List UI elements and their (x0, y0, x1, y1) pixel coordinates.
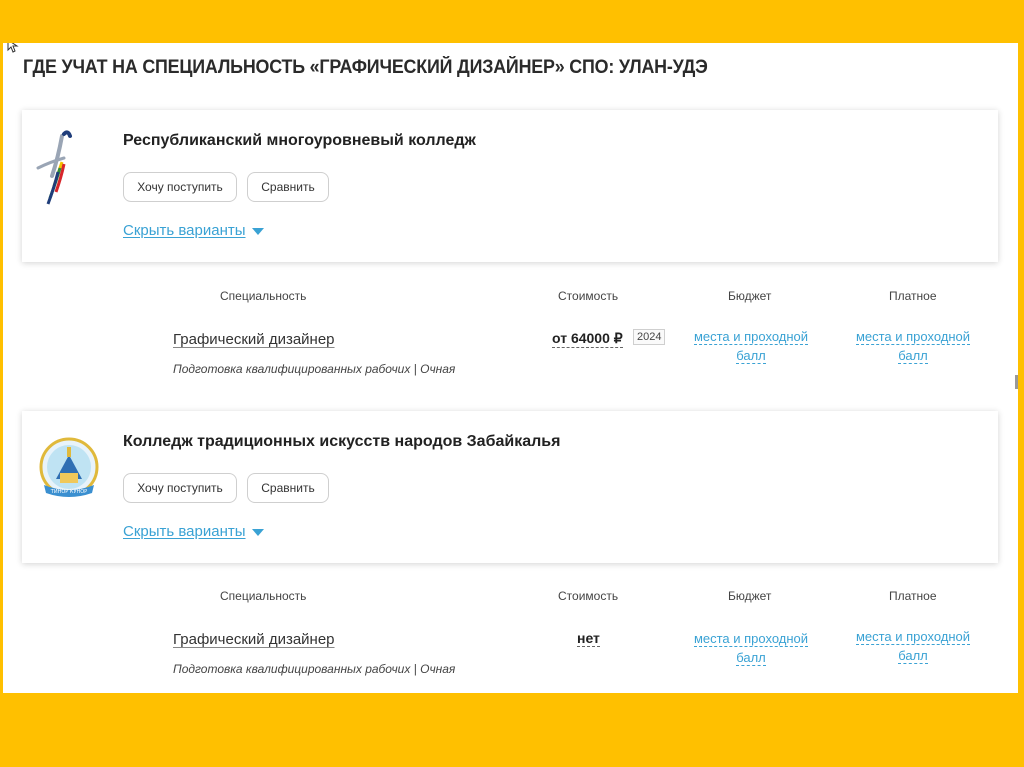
budget-link-line1: места и проходной (693, 329, 809, 345)
budget-places-link[interactable]: места и проходной балл (686, 629, 816, 667)
specialty-link[interactable]: Графический дизайнер (173, 631, 335, 648)
apply-button[interactable]: Хочу поступить (123, 473, 237, 503)
column-header-budget: Бюджет (728, 589, 772, 603)
college-card: ТИНОР КУНОР Колледж традиционных искусст… (22, 411, 998, 563)
paid-link-line2: балл (898, 648, 928, 664)
scroll-edge-mark (1015, 375, 1018, 389)
compare-button[interactable]: Сравнить (247, 172, 329, 202)
budget-link-line1: места и проходной (693, 631, 809, 647)
program-details: Подготовка квалифицированных рабочих | О… (173, 362, 456, 376)
content-sheet: ГДЕ УЧАТ НА СПЕЦИАЛЬНОСТЬ «ГРАФИЧЕСКИЙ Д… (3, 43, 1018, 693)
college-name: Колледж традиционных искусств народов За… (123, 433, 561, 450)
budget-link-line2: балл (736, 650, 766, 666)
hide-options-toggle[interactable]: Скрыть варианты (123, 523, 264, 540)
specialty-link[interactable]: Графический дизайнер (173, 331, 335, 348)
budget-link-line2: балл (736, 348, 766, 364)
hide-options-label: Скрыть варианты (123, 523, 246, 540)
hide-options-toggle[interactable]: Скрыть варианты (123, 222, 264, 239)
compare-button[interactable]: Сравнить (247, 473, 329, 503)
column-header-cost: Стоимость (558, 589, 619, 603)
paid-link-line1: места и проходной (855, 329, 971, 345)
svg-text:ТИНОР КУНОР: ТИНОР КУНОР (50, 489, 87, 495)
apply-button[interactable]: Хочу поступить (123, 172, 237, 202)
paid-link-line1: места и проходной (855, 629, 971, 645)
paid-places-link[interactable]: места и проходной балл (848, 327, 978, 365)
program-details: Подготовка квалифицированных рабочих | О… (173, 662, 456, 676)
column-header-specialty: Специальность (220, 589, 307, 603)
column-header-cost: Стоимость (558, 289, 619, 303)
paid-places-link[interactable]: места и проходной балл (848, 627, 978, 665)
year-badge: 2024 (633, 329, 666, 345)
program-cost[interactable]: от 64000 ₽ (552, 330, 623, 348)
budget-places-link[interactable]: места и проходной балл (686, 327, 816, 365)
page-title: ГДЕ УЧАТ НА СПЕЦИАЛЬНОСТЬ «ГРАФИЧЕСКИЙ Д… (23, 57, 708, 78)
column-header-paid: Платное (889, 289, 937, 303)
college-card: Республиканский многоуровневый колледж Х… (22, 110, 998, 262)
column-header-specialty: Специальность (220, 289, 307, 303)
program-cost[interactable]: нет (577, 630, 600, 647)
mouse-cursor-icon (7, 43, 19, 53)
column-header-budget: Бюджет (728, 289, 772, 303)
temple-emblem-logo-icon: ТИНОР КУНОР (39, 437, 99, 497)
runner-figure-logo-icon (36, 130, 72, 205)
college-name: Республиканский многоуровневый колледж (123, 132, 476, 149)
hide-options-label: Скрыть варианты (123, 222, 246, 239)
paid-link-line2: балл (898, 348, 928, 364)
caret-down-icon (251, 227, 264, 235)
caret-down-icon (251, 528, 264, 536)
column-header-paid: Платное (889, 589, 937, 603)
